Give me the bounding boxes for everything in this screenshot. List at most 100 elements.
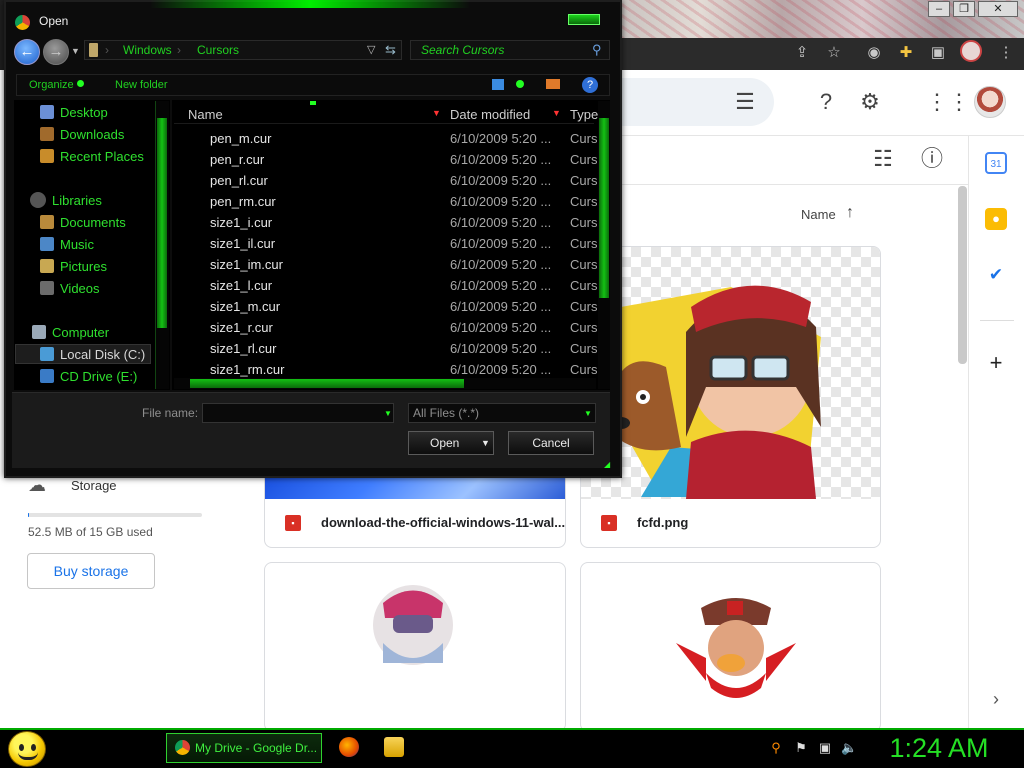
file-type: Curs [570,362,598,377]
side-panel-icon[interactable]: ▣ [926,42,950,64]
file-row[interactable]: pen_m.cur 6/10/2009 5:20 ... Curs [176,128,597,149]
add-addon-icon[interactable]: + [985,352,1007,374]
search-cursors-input[interactable]: Search Cursors [410,40,610,60]
taskbar-chrome-button[interactable]: My Drive - Google Dr... [166,733,322,763]
back-button[interactable]: ← [14,39,40,65]
extensions-puzzle-icon[interactable]: ✚ [894,42,918,64]
address-dropdown-icon[interactable]: ▽ [367,41,375,59]
minimize-button[interactable]: – [928,1,950,17]
file-list-vscrollbar-thumb[interactable] [599,118,609,298]
action-center-flag-icon[interactable]: ⚑ [793,740,809,756]
sort-name-label[interactable]: Name [801,207,836,222]
file-row[interactable]: size1_im.cur 6/10/2009 5:20 ... Curs [176,254,597,275]
file-list-hscrollbar-thumb[interactable] [190,379,464,388]
file-row[interactable]: size1_r.cur 6/10/2009 5:20 ... Curs [176,317,597,338]
taskbar-clock[interactable]: 1:24 AM [884,731,994,765]
nav-item-pictures[interactable]: Pictures [40,256,107,276]
breadcrumb-separator-icon: › [177,43,181,57]
file-name-input[interactable] [202,403,394,423]
breadcrumb-windows[interactable]: Windows [123,41,172,59]
apps-grid-icon[interactable]: ⋮⋮ [926,87,970,117]
history-dropdown-icon[interactable]: ▼ [71,46,80,56]
column-date-modified[interactable]: Date modified [450,107,530,122]
keep-icon[interactable]: ● [985,208,1007,230]
storage-label[interactable]: Storage [71,478,117,493]
file-type-dropdown-icon[interactable]: ▼ [584,409,592,418]
help-icon[interactable]: ? [582,77,598,93]
file-explorer-icon[interactable] [384,737,404,757]
expand-rail-chevron-icon[interactable]: › [985,688,1007,710]
refresh-icon[interactable]: ⇆ [385,41,396,59]
file-row[interactable]: size1_il.cur 6/10/2009 5:20 ... Curs [176,233,598,254]
tasks-icon[interactable]: ✔ [985,264,1007,286]
file-row[interactable]: pen_r.cur 6/10/2009 5:20 ... Curs [176,149,597,170]
change-view-icon[interactable] [492,79,504,90]
forward-button[interactable]: → [43,39,69,65]
resize-grip-icon[interactable]: ◢ [604,460,610,469]
help-icon[interactable]: ? [811,87,841,117]
file-row[interactable]: pen_rl.cur 6/10/2009 5:20 ... Curs [176,170,597,191]
file-row[interactable]: size1_i.cur 6/10/2009 5:20 ... Curs [176,212,597,233]
nav-item-music[interactable]: Music [40,234,94,254]
column-type[interactable]: Type [570,107,598,122]
organize-button[interactable]: Organize [29,79,74,91]
menu-dots-icon[interactable]: ⋮ [994,42,1018,64]
calendar-icon[interactable]: 31 [985,152,1007,174]
volume-icon[interactable]: 🔈 [841,740,857,756]
search-options-icon[interactable]: ☰ [730,87,760,117]
breadcrumb-cursors[interactable]: Cursors [197,41,239,59]
profile-avatar[interactable] [960,40,982,62]
preview-pane-icon[interactable] [546,79,560,89]
bookmark-star-icon[interactable]: ☆ [822,42,846,64]
file-card[interactable] [580,562,881,732]
column-name[interactable]: Name [188,107,223,122]
search-magnifier-icon[interactable]: ⚲ [592,42,602,58]
file-type: Curs [570,236,598,251]
nav-item-cd-drive[interactable]: CD Drive (E:) [40,366,137,386]
extension-flag-icon[interactable]: ◉ [862,42,886,64]
main-scrollbar-thumb[interactable] [958,186,967,364]
firefox-icon[interactable] [339,737,359,757]
close-button[interactable]: ✕ [978,1,1018,17]
nav-item-videos[interactable]: Videos [40,278,100,298]
share-icon[interactable]: ⇪ [790,42,814,64]
network-icon[interactable]: ▣ [817,740,833,756]
cancel-button[interactable]: Cancel [508,431,594,455]
nav-item-computer[interactable]: Computer [32,322,109,342]
list-view-icon[interactable]: ☷ [868,144,898,174]
search-tray-icon[interactable]: ⚲ [768,740,784,756]
file-row[interactable]: size1_rm.cur 6/10/2009 5:20 ... Curs [176,359,598,380]
start-button[interactable] [8,731,46,767]
details-info-icon[interactable]: ⓘ [917,144,947,174]
nav-item-documents[interactable]: Documents [40,212,126,232]
file-row[interactable]: size1_rl.cur 6/10/2009 5:20 ... Curs [176,338,597,359]
dialog-close-button[interactable] [568,14,600,25]
nav-item-local-disk[interactable]: Local Disk (C:) [40,344,145,364]
nav-item-recent-places[interactable]: Recent Places [40,146,144,166]
buy-storage-button[interactable]: Buy storage [27,553,155,589]
file-row[interactable]: size1_l.cur 6/10/2009 5:20 ... Curs [176,275,597,296]
file-row[interactable]: size1_m.cur 6/10/2009 5:20 ... Curs [176,296,597,317]
file-type-select[interactable]: All Files (*.*) [408,403,596,423]
new-folder-button[interactable]: New folder [115,79,168,91]
maximize-button[interactable]: ❐ [953,1,975,17]
name-filter-icon[interactable]: ▼ [432,106,442,120]
file-card[interactable] [264,562,566,732]
file-row[interactable]: pen_rm.cur 6/10/2009 5:20 ... Curs [176,191,597,212]
view-options-icon[interactable] [516,80,524,88]
settings-gear-icon[interactable]: ⚙ [855,87,885,117]
nav-item-downloads[interactable]: Downloads [40,124,124,144]
date-filter-icon[interactable]: ▼ [552,106,562,120]
open-button[interactable]: Open ▼ [408,431,494,455]
nav-label: Desktop [60,104,108,120]
nav-item-libraries[interactable]: Libraries [30,190,102,210]
open-split-dropdown-icon[interactable]: ▼ [481,432,490,454]
address-bar[interactable]: › Windows › Cursors ▽ ⇆ [84,40,402,60]
nav-pane-scrollbar-thumb[interactable] [157,118,167,328]
organize-dropdown-icon[interactable] [77,80,84,87]
nav-item-desktop[interactable]: Desktop [40,102,108,122]
file-card[interactable]: ▪ fcfd.png [580,246,881,548]
sort-arrow-up-icon[interactable]: ↑ [846,204,854,222]
file-name-dropdown-icon[interactable]: ▼ [384,409,392,418]
account-avatar[interactable] [974,86,1006,118]
